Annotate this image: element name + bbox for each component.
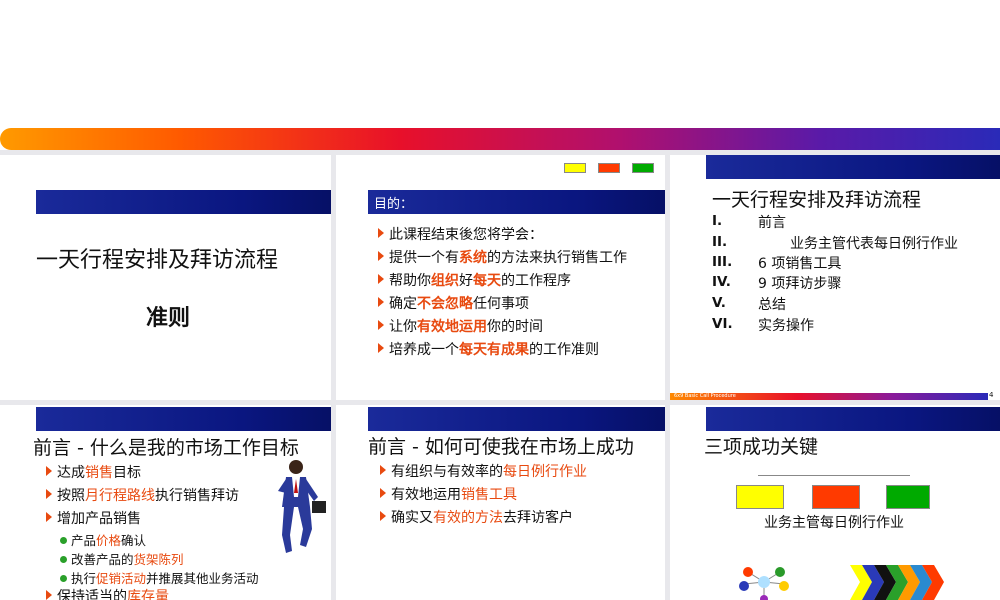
toc-item: 总结 xyxy=(758,297,786,313)
toc-number: I. xyxy=(712,213,723,229)
goal-item: 保持适当的库存量 xyxy=(46,586,169,600)
slide-6[interactable]: 三项成功关键 业务主管每日例行作业 xyxy=(670,405,1000,600)
purpose-item: 此课程结束後您将学会： xyxy=(378,224,543,244)
header-gradient-bar xyxy=(0,128,1000,150)
top-band xyxy=(706,155,1000,179)
red-step-box xyxy=(598,163,620,173)
purpose-item: 帮助你组织好每天的工作程序 xyxy=(378,270,571,290)
toc-item: 前言 xyxy=(758,215,786,231)
toc-number: V. xyxy=(712,295,726,311)
chevron-arrows-graphic xyxy=(850,565,944,600)
title-band xyxy=(706,407,1000,431)
title-band xyxy=(368,407,665,431)
slide-5[interactable]: 前言 - 如何可使我在市场上成功 有组织与有效率的每日例行作业 有效地运用销售工… xyxy=(336,405,665,600)
toc-number: IV. xyxy=(712,274,731,290)
businessman-illustration xyxy=(278,460,326,553)
toc-number: II. xyxy=(712,234,728,250)
toc-number: III. xyxy=(712,254,733,270)
title-band xyxy=(36,407,331,431)
success-item: 有效地运用销售工具 xyxy=(380,484,517,504)
yellow-step-box xyxy=(564,163,586,173)
slide-4[interactable]: 前言 - 什么是我的市场工作目标 达成销售目标 按照月行程路线执行销售拜访 增加… xyxy=(0,405,331,600)
success-item: 确实又有效的方法去拜访客户 xyxy=(380,507,573,527)
footer-text: 6x9 Basic Call Procedure xyxy=(674,393,736,399)
slide-thumbnail-grid: 一天行程安排及拜访流程 准则 目的： 此课程结束後您将学会： 提供一个有系统的方… xyxy=(0,150,1000,600)
hub-diagram xyxy=(739,567,789,600)
slide-1[interactable]: 一天行程安排及拜访流程 准则 xyxy=(0,155,331,400)
slide-2[interactable]: 目的： 此课程结束後您将学会： 提供一个有系统的方法来执行销售工作 帮助你组织好… xyxy=(336,155,665,400)
flow-connector-line xyxy=(758,475,910,476)
purpose-item: 让你有效地运用你的时间 xyxy=(378,316,543,336)
purpose-label: 目的： xyxy=(374,197,414,212)
toc-item: 业务主管代表每日例行作业 xyxy=(790,236,958,252)
toc-number: VI. xyxy=(712,316,733,332)
page-number: 4 xyxy=(989,391,994,399)
toc-item: 实务操作 xyxy=(758,318,814,334)
slide-title: 一天行程安排及拜访流程 xyxy=(36,248,279,273)
goal-subitem: 执行促销活动并推展其他业务活动 xyxy=(60,568,259,587)
purpose-item: 培养成一个每天有成果的工作准则 xyxy=(378,339,599,359)
green-step-box xyxy=(632,163,654,173)
success-item: 有组织与有效率的每日例行作业 xyxy=(380,461,587,481)
title-band xyxy=(36,190,331,214)
goal-item: 达成销售目标 xyxy=(46,462,141,482)
purpose-item: 确定不会忽略任何事项 xyxy=(378,293,529,313)
toc-item: 6 项销售工具 xyxy=(758,256,842,272)
purpose-item: 提供一个有系统的方法来执行销售工作 xyxy=(378,247,627,267)
goal-item: 增加产品销售 xyxy=(46,508,141,528)
slide-subtitle: 准则 xyxy=(146,306,191,331)
slide-title: 三项成功关键 xyxy=(704,436,819,458)
yellow-step-box xyxy=(736,485,784,509)
slide-3[interactable]: 一天行程安排及拜访流程 I. 前言 II. 业务主管代表每日例行作业 III. … xyxy=(670,155,1000,400)
slide-title: 一天行程安排及拜访流程 xyxy=(712,189,922,211)
goal-item: 按照月行程路线执行销售拜访 xyxy=(46,485,239,505)
slide-title: 前言 - 如何可使我在市场上成功 xyxy=(368,436,634,458)
goal-subitem: 产品价格确认 xyxy=(60,530,146,549)
red-step-box xyxy=(812,485,860,509)
green-step-box xyxy=(886,485,930,509)
flow-caption: 业务主管每日例行作业 xyxy=(764,515,904,531)
goal-subitem: 改善产品的货架陈列 xyxy=(60,549,184,568)
slide-title: 前言 - 什么是我的市场工作目标 xyxy=(33,437,299,459)
toc-item: 9 项拜访步骤 xyxy=(758,276,842,292)
